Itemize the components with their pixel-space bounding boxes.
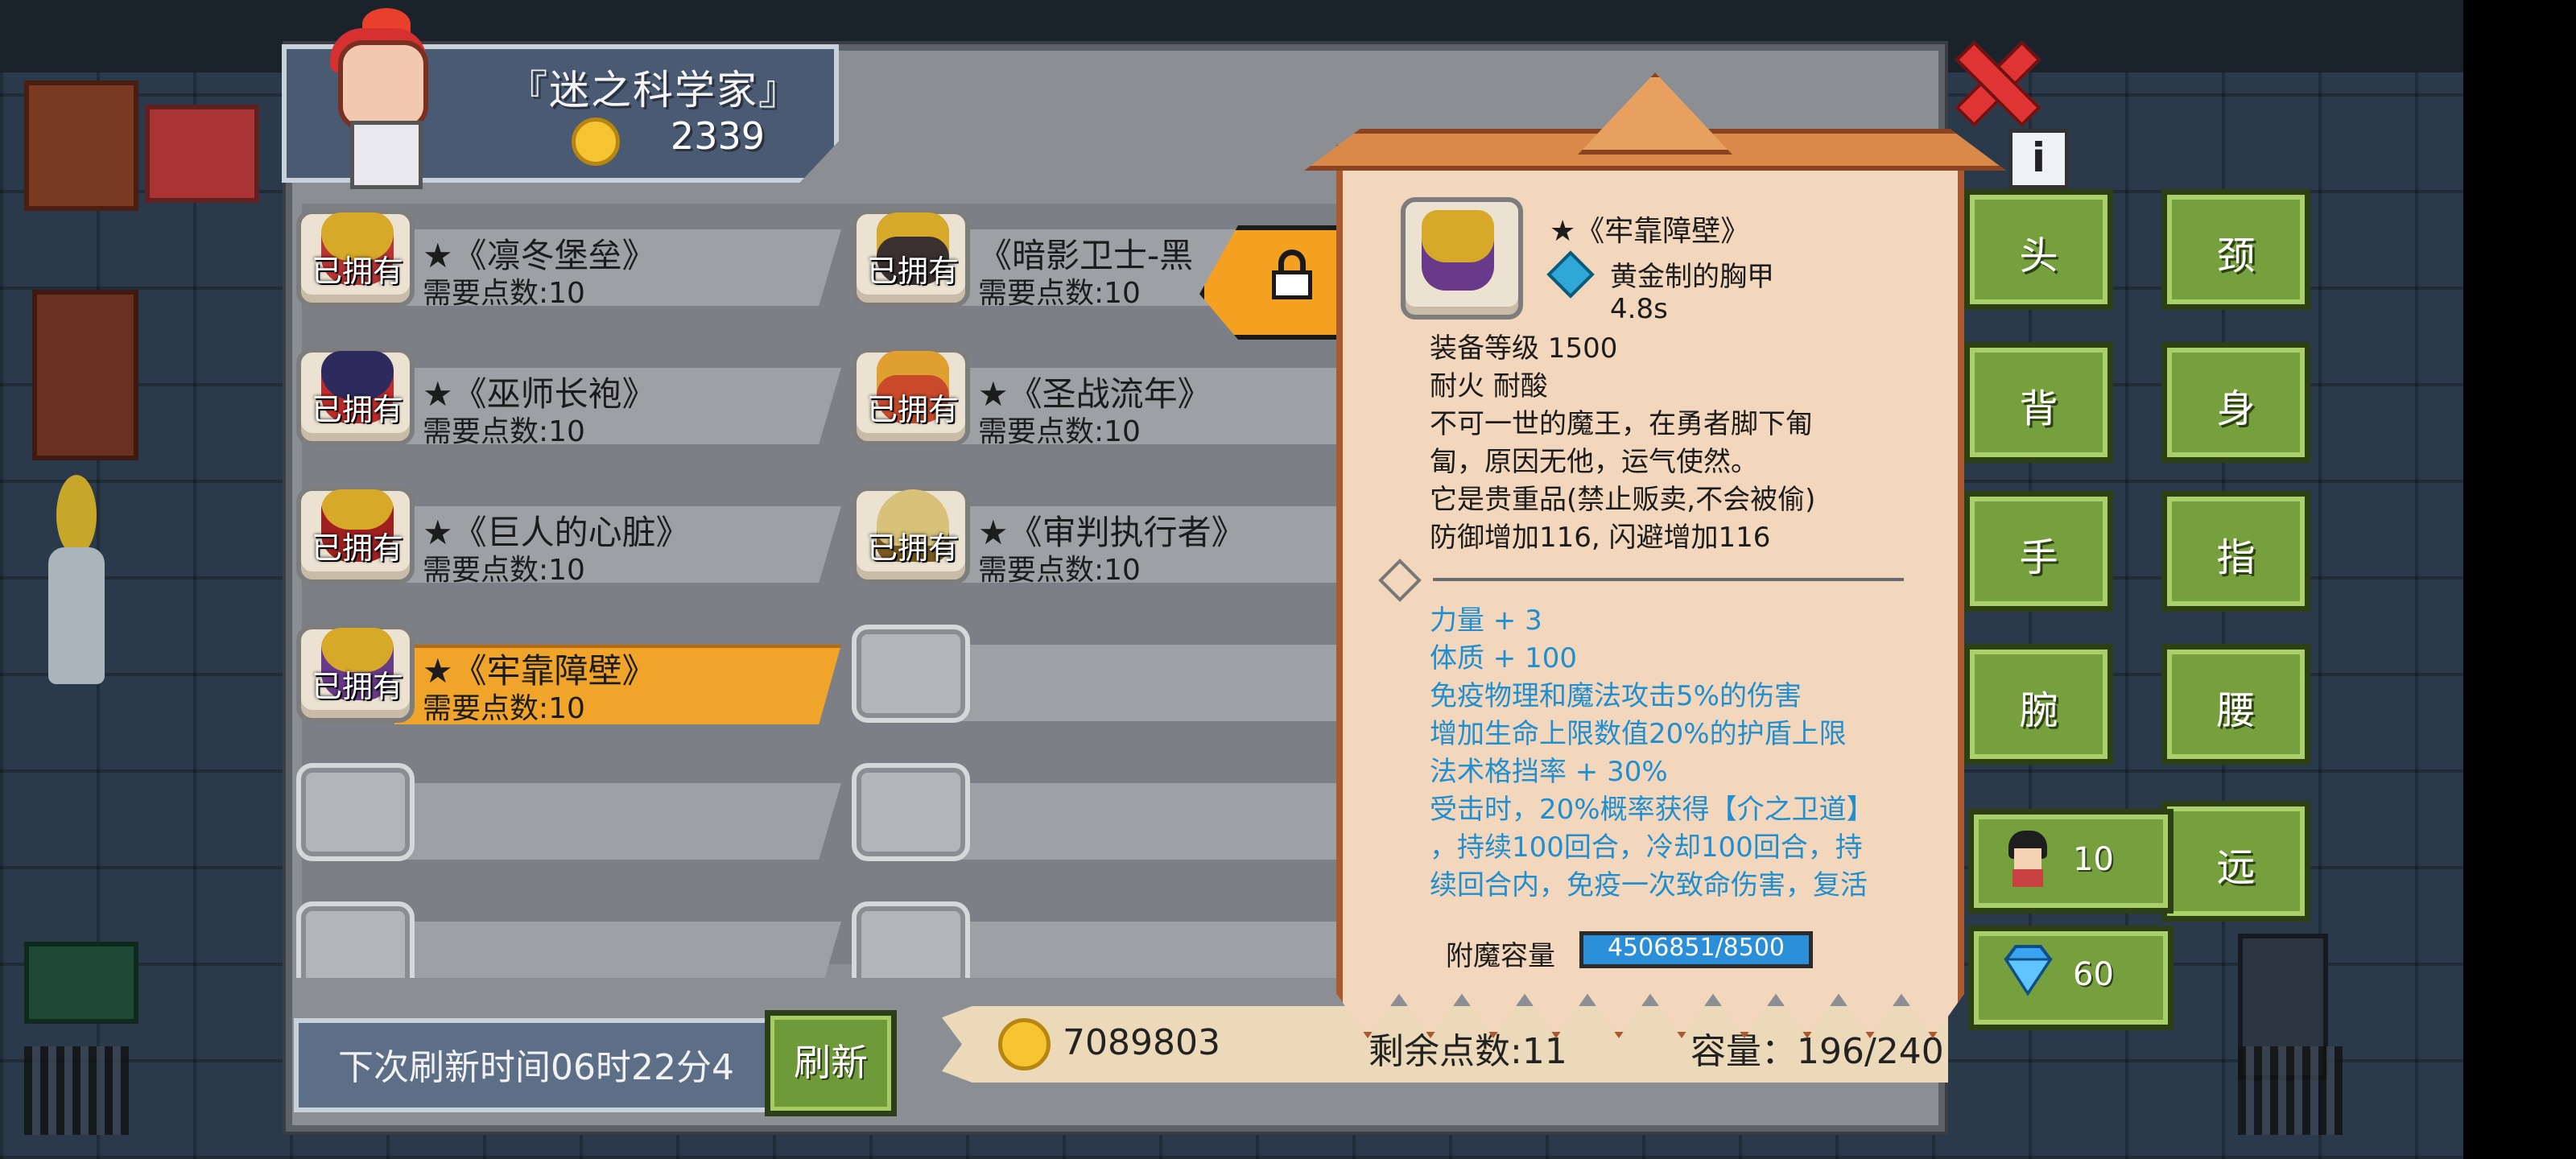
tooltip-line: 它是贵重品(禁止贩卖,不会被偷) (1430, 484, 1816, 516)
empty-slot[interactable] (290, 877, 845, 978)
item-cost: 需要点数:10 (978, 415, 1141, 448)
desk-prop (24, 80, 138, 211)
slot-label: 指 (2216, 535, 2256, 580)
owned-badge: 已拥有 (866, 530, 959, 566)
hero-count-button[interactable] (1968, 809, 2174, 914)
tooltip-crest (1304, 72, 2006, 171)
owned-badge: 已拥有 (311, 669, 403, 704)
enchant-capacity-label: 附魔容量 (1446, 940, 1555, 972)
tooltip-bonus-list[interactable]: 力量 + 3 体质 + 100 免疫物理和魔法攻击5%的伤害 增加生命上限数值2… (1417, 600, 1948, 905)
tooltip-divider (1433, 578, 1904, 581)
chair-prop (32, 290, 138, 460)
empty-slot[interactable] (290, 739, 845, 861)
tooltip-line: 耐火 耐酸 (1430, 370, 1548, 402)
refresh-timer: 下次刷新时间06时22分4 (338, 1047, 734, 1088)
screen-edge (2463, 0, 2576, 1159)
shop-item[interactable]: 已拥有 ★《圣战流年》 需要点数:10 (845, 324, 1336, 448)
empty-icon-frame (852, 625, 970, 723)
empty-slot[interactable] (845, 739, 1336, 861)
bonus-line: 免疫物理和魔法攻击5%的伤害 (1430, 680, 1802, 712)
item-grid[interactable]: 已拥有 ★《凛冬堡垒》 需要点数:10 已拥有 《暗影卫士-黑 需要点数:10 … (290, 185, 1336, 978)
tooltip-line: 不可一世的魔王，在勇者脚下匍 (1430, 408, 1813, 440)
slot-label: 腰 (2216, 688, 2256, 733)
info-button[interactable]: i (2008, 129, 2069, 189)
slot-label: 头 (2019, 233, 2058, 278)
empty-icon-frame (852, 763, 970, 861)
item-icon-frame: 已拥有 (296, 625, 415, 723)
shop-item[interactable]: 已拥有 ★《凛冬堡垒》 需要点数:10 (290, 185, 845, 310)
tooltip-line: 防御增加116, 闪避增加116 (1430, 522, 1771, 554)
owned-badge: 已拥有 (311, 254, 403, 289)
owned-badge: 已拥有 (866, 392, 959, 427)
hero-icon (2004, 831, 2051, 887)
item-cost: 需要点数:10 (423, 277, 585, 310)
shop-item[interactable]: 已拥有 ★《巨人的心脏》 需要点数:10 (290, 462, 845, 587)
hero-count: 10 (2073, 841, 2114, 878)
item-icon-frame: 已拥有 (852, 486, 970, 584)
gold-coin-icon (998, 1018, 1051, 1070)
inventory-capacity: 容量：196/240 (1690, 1031, 1944, 1072)
diamond-icon (2004, 945, 2053, 996)
shop-item-selected[interactable]: 已拥有 ★《牢靠障壁》 需要点数:10 (290, 600, 845, 725)
slot-label: 远 (2216, 845, 2256, 890)
owned-badge: 已拥有 (311, 392, 403, 427)
merchant-name: 『迷之科学家』 (507, 67, 800, 113)
bonus-line: ，持续100回合，冷却100回合，持 (1430, 831, 1863, 864)
floor-grate (2238, 1046, 2343, 1135)
machine-prop (145, 105, 259, 203)
item-icon-frame: 已拥有 (296, 486, 415, 584)
item-icon-frame: 已拥有 (296, 348, 415, 446)
empty-icon-frame (296, 763, 415, 861)
tooltip-item-name: ★《牢靠障壁》 (1550, 215, 1750, 248)
owned-badge: 已拥有 (311, 530, 403, 566)
slot-label: 背 (2019, 386, 2058, 431)
tooltip-line: 匐，原因无他，运气使然。 (1430, 446, 1758, 478)
empty-icon-frame (296, 901, 415, 978)
empty-slot[interactable] (845, 600, 1336, 723)
item-icon-frame: 已拥有 (296, 209, 415, 307)
vase-prop (48, 547, 105, 684)
item-cost: 需要点数:10 (978, 554, 1141, 587)
floor-grate (24, 1046, 129, 1135)
slot-label: 身 (2216, 386, 2256, 431)
bonus-line: 续回合内，免疫一次致命伤害，复活 (1430, 869, 1868, 901)
item-icon-frame: 已拥有 (852, 348, 970, 446)
item-cost: 需要点数:10 (423, 554, 585, 587)
slot-label: 腕 (2019, 688, 2058, 733)
gem-count: 60 (2073, 956, 2114, 993)
empty-icon-frame (852, 901, 970, 978)
slot-label: 手 (2019, 535, 2058, 580)
slot-label: 颈 (2216, 233, 2256, 278)
enchant-capacity-value: 4506851/8500 (1607, 934, 1785, 962)
bonus-line: 力量 + 3 (1430, 604, 1542, 637)
bonus-line: 增加生命上限数值20%的护盾上限 (1430, 718, 1847, 750)
item-cost: 需要点数:10 (423, 692, 585, 725)
flower-prop (56, 475, 97, 555)
console-prop (24, 942, 138, 1024)
bonus-line: 体质 + 100 (1430, 642, 1577, 674)
bonus-line: 法术格挡率 + 30% (1430, 756, 1668, 788)
merchant-coin-count: 2339 (670, 114, 765, 158)
tooltip-line: 装备等级 1500 (1430, 332, 1618, 365)
item-icon-frame: 已拥有 (852, 209, 970, 307)
shop-item[interactable]: 已拥有 ★《审判执行者》 需要点数:10 (845, 462, 1336, 587)
tooltip-armor-icon (1401, 197, 1523, 320)
bonus-line: 受击时，20%概率获得【介之卫道】 (1430, 794, 1874, 826)
item-cost: 需要点数:10 (423, 415, 585, 448)
owned-badge: 已拥有 (866, 254, 959, 289)
lock-icon (1272, 250, 1312, 299)
merchant-avatar (306, 8, 443, 189)
gold-amount: 7089803 (1063, 1022, 1220, 1063)
coin-icon (572, 118, 620, 166)
refresh-button-label: 刷新 (794, 1041, 868, 1084)
empty-slot[interactable] (845, 877, 1336, 978)
tooltip-item-type: 黄金制的胸甲 (1610, 261, 1774, 293)
tooltip-speed: 4.8s (1610, 293, 1668, 325)
shop-item[interactable]: 已拥有 ★《巫师长袍》 需要点数:10 (290, 324, 845, 448)
